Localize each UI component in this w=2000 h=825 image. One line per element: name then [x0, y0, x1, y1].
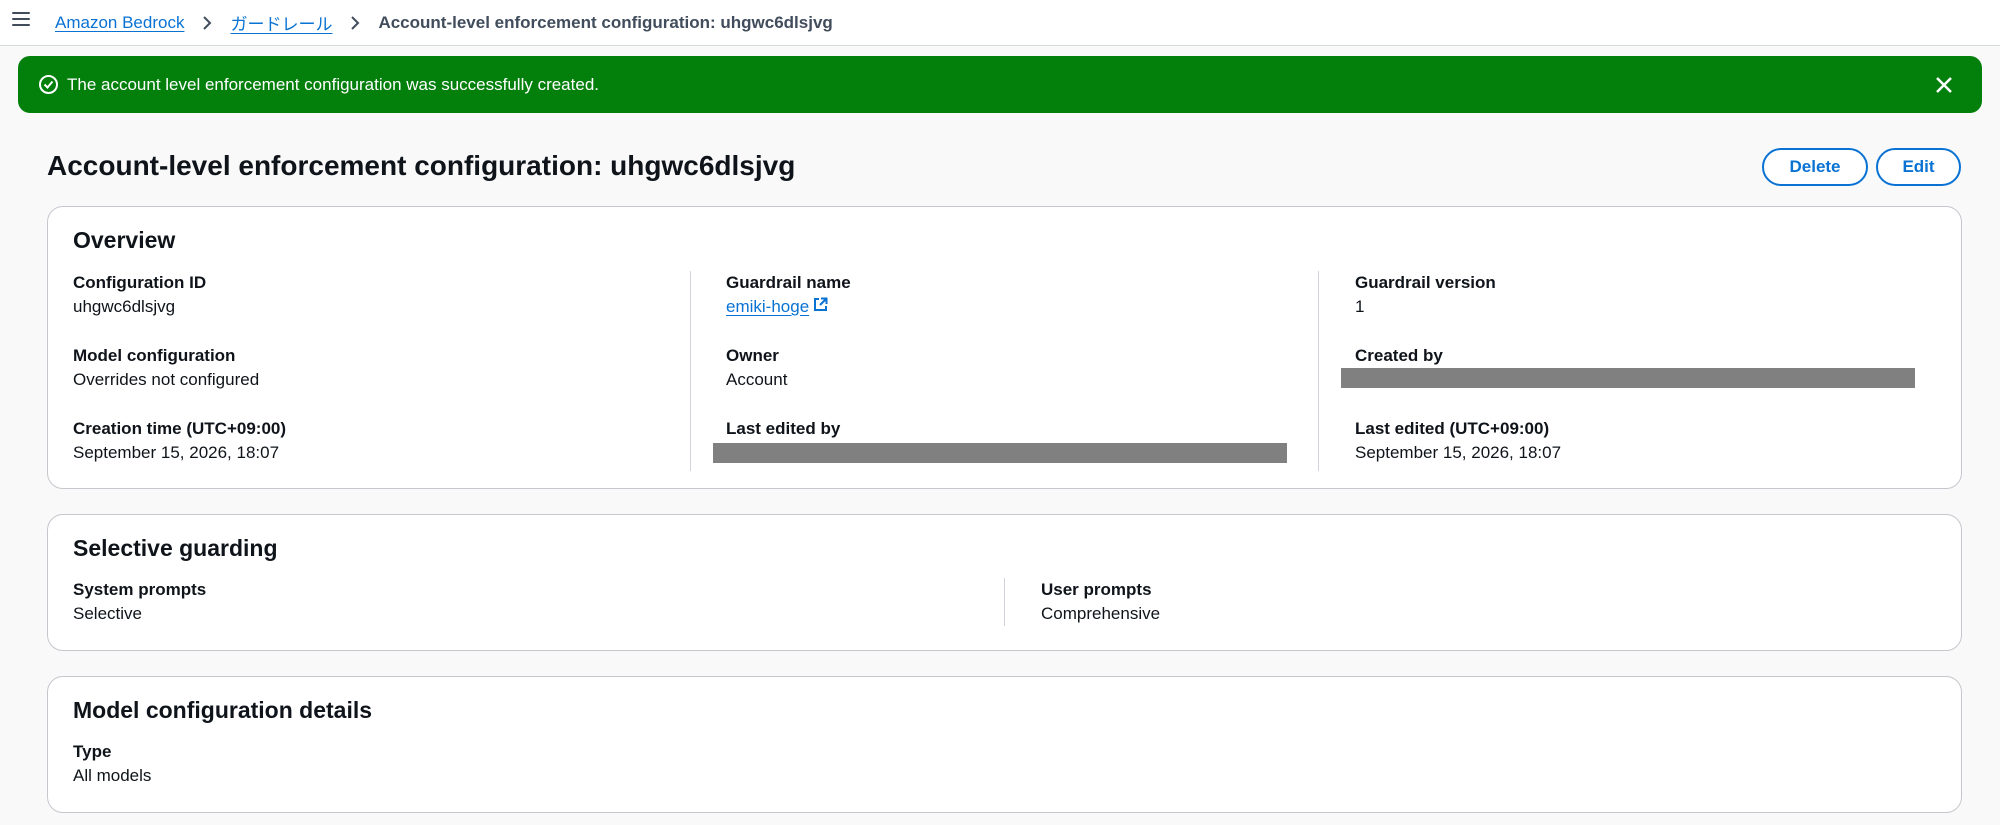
- model-configuration-details-title: Model configuration details: [73, 697, 373, 723]
- menu-icon[interactable]: [12, 9, 32, 29]
- page-title: Account-level enforcement configuration:…: [47, 150, 796, 181]
- chevron-right-icon: [198, 14, 216, 32]
- chevron-right-icon: [346, 14, 364, 32]
- breadcrumb-amazon-bedrock[interactable]: Amazon Bedrock: [55, 13, 184, 33]
- last-edited-value: September 15, 2026, 18:07: [1355, 443, 1562, 462]
- top-navigation-bar: Amazon Bedrock ガードレール Account-level enfo…: [0, 0, 2000, 46]
- flash-message-text: The account level enforcement configurat…: [67, 75, 599, 94]
- creation-time-field: Creation time (UTC+09:00) September 15, …: [73, 418, 286, 464]
- guardrail-name-value[interactable]: emiki-hoge: [726, 296, 809, 318]
- breadcrumb: Amazon Bedrock ガードレール Account-level enfo…: [55, 10, 833, 35]
- guardrail-version-field: Guardrail version 1: [1355, 272, 1496, 318]
- selective-guarding-panel: Selective guarding System prompts Select…: [47, 514, 1962, 651]
- owner-value: Account: [726, 370, 788, 389]
- guardrail-name-field: Guardrail name emiki-hoge: [726, 272, 851, 318]
- created-by-field: Created by: [1355, 345, 1443, 367]
- user-prompts-label: User prompts: [1041, 580, 1152, 599]
- guardrail-name-label: Guardrail name: [726, 273, 851, 292]
- success-flash-message: The account level enforcement configurat…: [18, 56, 1982, 113]
- creation-time-label: Creation time (UTC+09:00): [73, 419, 287, 438]
- creation-time-value: September 15, 2026, 18:07: [73, 443, 280, 462]
- selective-guarding-title: Selective guarding: [73, 535, 278, 561]
- close-icon[interactable]: [1932, 73, 1956, 97]
- guardrail-version-label: Guardrail version: [1355, 273, 1496, 292]
- system-prompts-label: System prompts: [73, 580, 207, 599]
- model-configuration-details-panel: Model configuration details Type All mod…: [47, 676, 1962, 813]
- last-edited-by-field: Last edited by: [726, 418, 840, 440]
- guardrail-version-value: 1: [1355, 297, 1365, 316]
- check-circle-icon: [38, 74, 59, 95]
- created-by-label: Created by: [1355, 346, 1443, 365]
- redacted-created-by: [1341, 368, 1915, 388]
- model-configuration-label: Model configuration: [73, 346, 236, 365]
- redacted-last-edited-by: [713, 443, 1287, 463]
- model-type-field: Type All models: [73, 741, 151, 787]
- overview-title: Overview: [73, 227, 176, 253]
- model-configuration-value: Overrides not configured: [73, 370, 260, 389]
- delete-button[interactable]: Delete: [1762, 148, 1868, 186]
- model-type-value: All models: [73, 766, 152, 785]
- column-divider: [1318, 271, 1319, 471]
- configuration-id-field: Configuration ID uhgwc6dlsjvg: [73, 272, 206, 318]
- guardrail-name-link[interactable]: emiki-hoge: [726, 296, 828, 318]
- column-divider: [690, 271, 691, 471]
- user-prompts-value: Comprehensive: [1041, 604, 1161, 623]
- edit-button[interactable]: Edit: [1876, 148, 1961, 186]
- owner-label: Owner: [726, 346, 779, 365]
- owner-field: Owner Account: [726, 345, 787, 391]
- last-edited-field: Last edited (UTC+09:00) September 15, 20…: [1355, 418, 1561, 464]
- configuration-id-value: uhgwc6dlsjvg: [73, 297, 176, 316]
- system-prompts-value: Selective: [73, 604, 142, 623]
- user-prompts-field: User prompts Comprehensive: [1041, 579, 1160, 625]
- system-prompts-field: System prompts Selective: [73, 579, 206, 625]
- last-edited-by-label: Last edited by: [726, 419, 841, 438]
- configuration-id-label: Configuration ID: [73, 273, 207, 292]
- breadcrumb-current: Account-level enforcement configuration:…: [378, 12, 833, 32]
- model-configuration-field: Model configuration Overrides not config…: [73, 345, 259, 391]
- model-type-label: Type: [73, 742, 112, 761]
- column-divider: [1004, 578, 1005, 626]
- breadcrumb-guardrails[interactable]: ガードレール: [230, 10, 332, 35]
- external-link-icon: [813, 296, 828, 318]
- last-edited-label: Last edited (UTC+09:00): [1355, 419, 1550, 438]
- overview-panel: Overview Configuration ID uhgwc6dlsjvg M…: [47, 206, 1962, 489]
